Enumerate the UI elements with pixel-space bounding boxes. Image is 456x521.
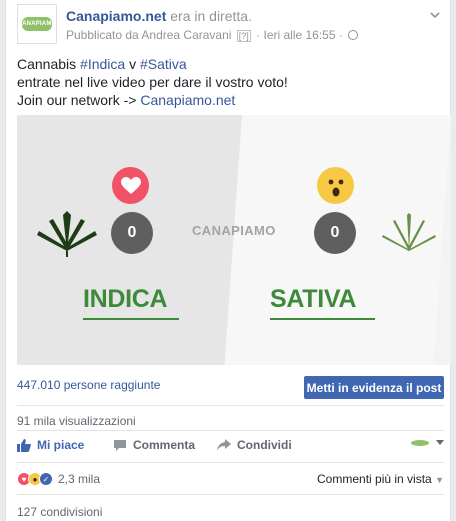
share-arrow-icon	[217, 439, 231, 451]
share-button[interactable]: Condividi	[217, 438, 292, 452]
comment-label: Commenta	[133, 438, 196, 452]
action-bar: Mi piace Commenta Condividi	[17, 438, 444, 456]
divider	[17, 462, 444, 463]
post-author-line: Canapiamo.net era in diretta.	[66, 8, 252, 24]
text-line-3: Join our network ->	[17, 92, 141, 108]
indica-underline	[83, 318, 179, 320]
comment-sort-dropdown[interactable]: Commenti più in vista ▼	[317, 472, 444, 486]
globe-icon	[348, 30, 359, 40]
divider	[17, 430, 444, 431]
live-video[interactable]: 0 0 CANAPIAMO INDICA SATIVA	[17, 115, 451, 365]
hashtag-sativa[interactable]: #Sativa	[140, 56, 187, 72]
like-icon: ✓	[39, 472, 53, 486]
post-timestamp[interactable]: · Ieri alle 16:55 ·	[256, 28, 343, 42]
caret-down-icon	[436, 440, 444, 445]
post-header: CANAPIAMO Canapiamo.net era in diretta. …	[17, 4, 440, 46]
canapiamo-watermark: CANAPIAMO	[192, 223, 276, 238]
divider	[17, 494, 444, 495]
help-icon[interactable]: [?]	[236, 30, 251, 42]
text-prefix: Cannabis	[17, 56, 81, 72]
sativa-label: SATIVA	[270, 285, 357, 313]
love-reaction-icon	[112, 167, 149, 204]
wow-reaction-icon	[317, 167, 354, 204]
page-avatar-small-icon	[411, 440, 429, 446]
reach-count[interactable]: 447.010 persone raggiunte	[17, 378, 160, 392]
post-text: Cannabis #Indica v #Sativa entrate nel l…	[17, 55, 288, 109]
views-count: 91 mila visualizzazioni	[17, 414, 136, 428]
post-meta: Pubblicato da Andrea Caravani [?] · Ieri…	[66, 28, 359, 42]
canapiamo-logo: CANAPIAMO	[18, 17, 56, 31]
caret-down-icon: ▼	[435, 475, 444, 485]
indica-label: INDICA	[83, 285, 168, 313]
live-status-text: era in diretta.	[170, 8, 252, 24]
page-name-link[interactable]: Canapiamo.net	[66, 8, 166, 24]
text-mid: v	[125, 56, 140, 72]
text-line-2: entrate nel live video per dare il vostr…	[17, 74, 288, 90]
sativa-leaf-icon	[382, 213, 436, 251]
indica-leaf-icon	[37, 211, 97, 257]
indica-vote-counter: 0	[111, 212, 153, 254]
reaction-count: 2,3 mila	[58, 472, 101, 486]
divider	[17, 405, 444, 406]
network-link[interactable]: Canapiamo.net	[140, 92, 235, 108]
comment-sort-label: Commenti più in vista	[317, 472, 432, 486]
page-avatar[interactable]: CANAPIAMO	[17, 4, 57, 44]
page-selector[interactable]	[410, 438, 444, 448]
boost-post-button[interactable]: Metti in evidenza il post	[304, 376, 444, 399]
thumbs-up-icon	[17, 438, 31, 452]
comment-icon	[114, 439, 126, 451]
share-label: Condividi	[237, 438, 292, 452]
like-label: Mi piace	[37, 438, 85, 452]
like-button[interactable]: Mi piace	[17, 438, 84, 452]
reaction-summary[interactable]: ♥ ● ✓ 2,3 mila	[17, 471, 100, 487]
shares-count[interactable]: 127 condivisioni	[17, 505, 102, 519]
published-by: Pubblicato da Andrea Caravani	[66, 28, 232, 42]
sativa-vote-counter: 0	[314, 212, 356, 254]
comment-button[interactable]: Commenta	[113, 438, 195, 452]
chevron-down-icon[interactable]	[430, 10, 440, 20]
sativa-underline	[270, 318, 375, 320]
hashtag-indica[interactable]: #Indica	[80, 56, 125, 72]
post-card: CANAPIAMO Canapiamo.net era in diretta. …	[5, 0, 451, 521]
